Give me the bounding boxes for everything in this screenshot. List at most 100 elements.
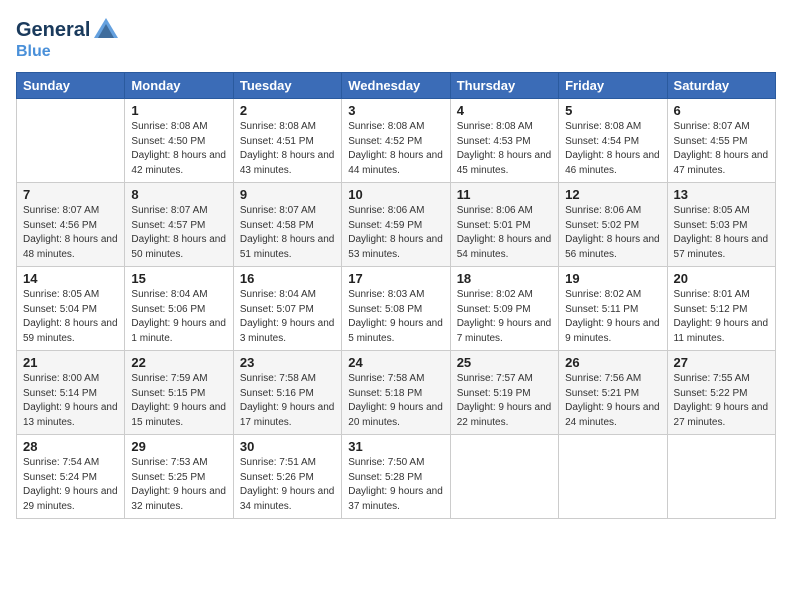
logo-text: General: [16, 20, 90, 40]
day-info: Sunrise: 8:06 AMSunset: 5:01 PMDaylight:…: [457, 204, 552, 262]
calendar-cell: 24 Sunrise: 7:58 AMSunset: 5:18 PMDayligh…: [342, 351, 450, 435]
calendar-cell: 28 Sunrise: 7:54 AMSunset: 5:24 PMDayligh…: [17, 435, 125, 519]
weekday-header: Sunday: [17, 73, 125, 99]
day-info: Sunrise: 8:01 AMSunset: 5:12 PMDaylight:…: [674, 288, 769, 346]
calendar-header: SundayMondayTuesdayWednesdayThursdayFrid…: [17, 73, 776, 99]
calendar-cell: 16Sunrise: 8:04 AMSunset: 5:07 PMDayligh…: [233, 267, 341, 351]
day-info: Sunrise: 7:56 AMSunset: 5:21 PMDaylight:…: [565, 372, 660, 430]
day-number: 25: [457, 355, 552, 370]
calendar-cell: 12 Sunrise: 8:06 AMSunset: 5:02 PMDayligh…: [559, 183, 667, 267]
calendar-cell: [667, 435, 775, 519]
day-info: Sunrise: 7:51 AMSunset: 5:26 PMDaylight:…: [240, 456, 335, 514]
logo-icon: [92, 16, 120, 44]
day-info: Sunrise: 8:04 AMSunset: 5:07 PMDaylight:…: [240, 288, 335, 346]
day-number: 3: [348, 103, 443, 118]
day-info: Sunrise: 8:05 AMSunset: 5:04 PMDaylight:…: [23, 288, 118, 346]
day-info: Sunrise: 8:07 AMSunset: 4:56 PMDaylight:…: [23, 204, 118, 262]
calendar-cell: 27 Sunrise: 7:55 AMSunset: 5:22 PMDayligh…: [667, 351, 775, 435]
day-number: 1: [131, 103, 226, 118]
calendar-cell: 9 Sunrise: 8:07 AMSunset: 4:58 PMDaylight…: [233, 183, 341, 267]
day-number: 21: [23, 355, 118, 370]
day-info: Sunrise: 8:07 AMSunset: 4:55 PMDaylight:…: [674, 120, 769, 178]
calendar-cell: 3Sunrise: 8:08 AMSunset: 4:52 PMDaylight…: [342, 99, 450, 183]
calendar-cell: 8 Sunrise: 8:07 AMSunset: 4:57 PMDaylight…: [125, 183, 233, 267]
header-row: SundayMondayTuesdayWednesdayThursdayFrid…: [17, 73, 776, 99]
calendar-cell: 15 Sunrise: 8:04 AMSunset: 5:06 PMDayligh…: [125, 267, 233, 351]
calendar-week-row: 28 Sunrise: 7:54 AMSunset: 5:24 PMDayligh…: [17, 435, 776, 519]
day-info: Sunrise: 8:04 AMSunset: 5:06 PMDaylight:…: [131, 288, 226, 346]
calendar-cell: 21 Sunrise: 8:00 AMSunset: 5:14 PMDayligh…: [17, 351, 125, 435]
calendar-cell: 2 Sunrise: 8:08 AMSunset: 4:51 PMDaylight…: [233, 99, 341, 183]
calendar-cell: 23Sunrise: 7:58 AMSunset: 5:16 PMDayligh…: [233, 351, 341, 435]
day-number: 31: [348, 439, 443, 454]
day-info: Sunrise: 8:03 AMSunset: 5:08 PMDaylight:…: [348, 288, 443, 346]
day-info: Sunrise: 8:06 AMSunset: 5:02 PMDaylight:…: [565, 204, 660, 262]
day-number: 26: [565, 355, 660, 370]
day-info: Sunrise: 8:07 AMSunset: 4:58 PMDaylight:…: [240, 204, 335, 262]
day-number: 9: [240, 187, 335, 202]
day-info: Sunrise: 8:00 AMSunset: 5:14 PMDaylight:…: [23, 372, 118, 430]
day-info: Sunrise: 8:08 AMSunset: 4:54 PMDaylight:…: [565, 120, 660, 178]
day-number: 22: [131, 355, 226, 370]
day-number: 11: [457, 187, 552, 202]
day-number: 17: [348, 271, 443, 286]
calendar-week-row: 21 Sunrise: 8:00 AMSunset: 5:14 PMDayligh…: [17, 351, 776, 435]
calendar-table: SundayMondayTuesdayWednesdayThursdayFrid…: [16, 72, 776, 519]
calendar-week-row: 1 Sunrise: 8:08 AMSunset: 4:50 PMDaylight…: [17, 99, 776, 183]
weekday-header: Saturday: [667, 73, 775, 99]
day-info: Sunrise: 8:08 AMSunset: 4:53 PMDaylight:…: [457, 120, 552, 178]
day-number: 24: [348, 355, 443, 370]
day-number: 8: [131, 187, 226, 202]
calendar-cell: 22Sunrise: 7:59 AMSunset: 5:15 PMDayligh…: [125, 351, 233, 435]
day-info: Sunrise: 7:58 AMSunset: 5:16 PMDaylight:…: [240, 372, 335, 430]
day-info: Sunrise: 7:58 AMSunset: 5:18 PMDaylight:…: [348, 372, 443, 430]
day-number: 12: [565, 187, 660, 202]
day-number: 10: [348, 187, 443, 202]
day-number: 29: [131, 439, 226, 454]
day-number: 20: [674, 271, 769, 286]
calendar-cell: 4 Sunrise: 8:08 AMSunset: 4:53 PMDaylight…: [450, 99, 558, 183]
day-info: Sunrise: 8:05 AMSunset: 5:03 PMDaylight:…: [674, 204, 769, 262]
day-number: 19: [565, 271, 660, 286]
day-number: 30: [240, 439, 335, 454]
day-number: 27: [674, 355, 769, 370]
day-number: 6: [674, 103, 769, 118]
day-number: 2: [240, 103, 335, 118]
day-info: Sunrise: 7:54 AMSunset: 5:24 PMDaylight:…: [23, 456, 118, 514]
day-info: Sunrise: 8:02 AMSunset: 5:09 PMDaylight:…: [457, 288, 552, 346]
calendar-cell: 7Sunrise: 8:07 AMSunset: 4:56 PMDaylight…: [17, 183, 125, 267]
day-info: Sunrise: 8:02 AMSunset: 5:11 PMDaylight:…: [565, 288, 660, 346]
calendar-body: 1 Sunrise: 8:08 AMSunset: 4:50 PMDaylight…: [17, 99, 776, 519]
logo-blue: Blue: [16, 44, 120, 60]
day-info: Sunrise: 7:57 AMSunset: 5:19 PMDaylight:…: [457, 372, 552, 430]
day-number: 5: [565, 103, 660, 118]
calendar-cell: [17, 99, 125, 183]
day-number: 15: [131, 271, 226, 286]
calendar-cell: 5 Sunrise: 8:08 AMSunset: 4:54 PMDaylight…: [559, 99, 667, 183]
day-number: 14: [23, 271, 118, 286]
calendar-cell: 11 Sunrise: 8:06 AMSunset: 5:01 PMDayligh…: [450, 183, 558, 267]
page-header: General Blue: [16, 16, 776, 60]
calendar-week-row: 14 Sunrise: 8:05 AMSunset: 5:04 PMDayligh…: [17, 267, 776, 351]
day-info: Sunrise: 8:08 AMSunset: 4:50 PMDaylight:…: [131, 120, 226, 178]
weekday-header: Wednesday: [342, 73, 450, 99]
weekday-header: Thursday: [450, 73, 558, 99]
calendar-cell: 30 Sunrise: 7:51 AMSunset: 5:26 PMDayligh…: [233, 435, 341, 519]
calendar-cell: 10Sunrise: 8:06 AMSunset: 4:59 PMDayligh…: [342, 183, 450, 267]
day-info: Sunrise: 7:55 AMSunset: 5:22 PMDaylight:…: [674, 372, 769, 430]
day-info: Sunrise: 8:08 AMSunset: 4:51 PMDaylight:…: [240, 120, 335, 178]
calendar-cell: 29Sunrise: 7:53 AMSunset: 5:25 PMDayligh…: [125, 435, 233, 519]
calendar-cell: 17 Sunrise: 8:03 AMSunset: 5:08 PMDayligh…: [342, 267, 450, 351]
calendar-cell: 26 Sunrise: 7:56 AMSunset: 5:21 PMDayligh…: [559, 351, 667, 435]
calendar-cell: 25 Sunrise: 7:57 AMSunset: 5:19 PMDayligh…: [450, 351, 558, 435]
calendar-cell: 14 Sunrise: 8:05 AMSunset: 5:04 PMDayligh…: [17, 267, 125, 351]
calendar-cell: 31 Sunrise: 7:50 AMSunset: 5:28 PMDayligh…: [342, 435, 450, 519]
day-info: Sunrise: 7:50 AMSunset: 5:28 PMDaylight:…: [348, 456, 443, 514]
day-number: 28: [23, 439, 118, 454]
calendar-cell: [559, 435, 667, 519]
calendar-cell: 19 Sunrise: 8:02 AMSunset: 5:11 PMDayligh…: [559, 267, 667, 351]
day-info: Sunrise: 8:07 AMSunset: 4:57 PMDaylight:…: [131, 204, 226, 262]
day-number: 4: [457, 103, 552, 118]
weekday-header: Tuesday: [233, 73, 341, 99]
day-number: 13: [674, 187, 769, 202]
